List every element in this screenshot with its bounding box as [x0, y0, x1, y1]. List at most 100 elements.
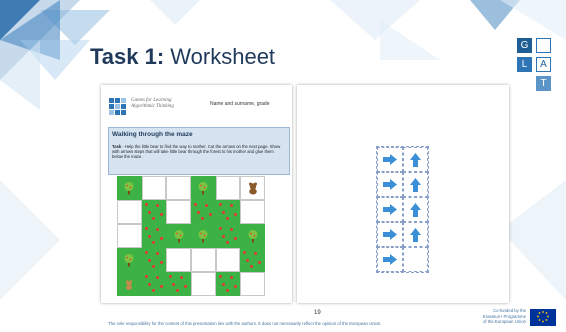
flower-icon: [233, 237, 237, 240]
arrow-up-icon: [402, 172, 428, 197]
maze-path-cell: [215, 176, 241, 200]
maze-path-cell: [240, 200, 265, 224]
maze-grass-cell: [166, 272, 191, 296]
name-grade-label: Name and surname, grade: [210, 101, 270, 107]
maze-grass-cell: [216, 224, 241, 248]
flower-icon: [196, 211, 200, 214]
cofunded-line: of the European Union: [482, 319, 526, 324]
mother-bear-icon: [240, 176, 265, 200]
flower-icon: [193, 203, 197, 206]
flower-icon: [208, 213, 212, 216]
maze-grass-cell: [142, 272, 167, 296]
flower-icon: [155, 228, 159, 231]
maze-path-cell: [141, 176, 167, 200]
maze-grid: [117, 176, 265, 296]
slide-title: Task 1: Worksheet: [90, 44, 275, 70]
tree-icon: [117, 248, 142, 272]
maze-path-cell: [117, 200, 142, 224]
flower-icon: [250, 265, 254, 268]
flower-icon: [221, 211, 225, 214]
flower-icon: [243, 251, 247, 254]
maze-path-cell: [215, 248, 241, 272]
flower-icon: [225, 241, 229, 244]
maze-path-cell: [190, 272, 216, 296]
arrow-up-icon: [402, 147, 428, 172]
eu-flag-icon: [530, 309, 556, 326]
maze-grass-cell: [240, 248, 265, 272]
flower-icon: [169, 275, 173, 278]
flower-icon: [159, 285, 163, 288]
flower-icon: [147, 283, 151, 286]
title-rest: Worksheet: [164, 44, 276, 69]
page-number: 19: [314, 310, 321, 316]
flower-icon: [151, 241, 155, 244]
task-description: Task - Help the little bear to find the …: [112, 144, 284, 160]
flower-icon: [159, 261, 163, 264]
flower-icon: [155, 204, 159, 207]
flower-icon: [180, 276, 184, 279]
flower-icon: [151, 217, 155, 220]
task-heading: Walking through the maze: [112, 131, 193, 138]
tree-icon: [191, 176, 216, 200]
flower-icon: [159, 213, 163, 216]
flower-icon: [172, 283, 176, 286]
maze-path-cell: [166, 200, 191, 224]
flower-icon: [218, 275, 222, 278]
flower-icon: [221, 283, 225, 286]
flower-icon: [147, 259, 151, 262]
maze-grass-cell: [216, 200, 241, 224]
arrow-right-icon: [377, 247, 403, 272]
flower-icon: [225, 217, 229, 220]
flower-icon: [147, 235, 151, 238]
disclaimer-text: The sole responsibility for the content …: [108, 321, 382, 326]
empty-arrow-cell: [402, 247, 428, 272]
flower-icon: [151, 265, 155, 268]
flower-icon: [147, 211, 151, 214]
flower-icon: [155, 252, 159, 255]
maze-path-cell: [117, 224, 142, 248]
maze-grass-cell: [191, 200, 216, 224]
flower-icon: [229, 228, 233, 231]
maze-grass-cell: [142, 224, 167, 248]
maze-path-cell: [190, 248, 216, 272]
flower-icon: [246, 259, 250, 262]
logo-letter-t: T: [536, 76, 551, 91]
flower-icon: [144, 251, 148, 254]
maze-grass-cell: [216, 272, 241, 296]
flower-icon: [144, 203, 148, 206]
arrow-right-icon: [377, 222, 403, 247]
flower-icon: [176, 289, 180, 292]
flower-icon: [229, 204, 233, 207]
maze-path-cell: [166, 176, 191, 200]
flower-icon: [184, 285, 188, 288]
flower-icon: [233, 213, 237, 216]
flower-icon: [155, 276, 159, 279]
tree-icon: [240, 224, 265, 248]
task-box: Walking through the maze Task - Help the…: [108, 127, 290, 175]
maze-path-cell: [166, 248, 191, 272]
flower-icon: [225, 289, 229, 292]
tree-icon: [191, 224, 216, 248]
flower-icon: [229, 276, 233, 279]
logo-letter-l: L: [517, 57, 532, 72]
maze-grass-cell: [142, 248, 167, 272]
flower-icon: [258, 261, 262, 264]
flower-icon: [254, 252, 258, 255]
flower-icon: [144, 275, 148, 278]
task-text: - Help the little bear to find the way t…: [112, 144, 281, 160]
flower-icon: [200, 217, 204, 220]
tree-icon: [166, 224, 191, 248]
worksheet-logo-text: Games for Learning Algorithmic Thinking: [131, 98, 174, 109]
arrow-right-icon: [377, 172, 403, 197]
arrow-up-icon: [402, 197, 428, 222]
tree-icon: [117, 176, 142, 200]
maze-grass-cell: [142, 200, 167, 224]
flower-icon: [233, 285, 237, 288]
little-bear-icon: [117, 272, 142, 296]
logo-tile-blank: [536, 38, 551, 53]
flower-icon: [151, 289, 155, 292]
flower-icon: [218, 203, 222, 206]
flower-icon: [144, 227, 148, 230]
logo-letter-a: A: [536, 57, 551, 72]
maze-path-cell: [240, 272, 265, 296]
